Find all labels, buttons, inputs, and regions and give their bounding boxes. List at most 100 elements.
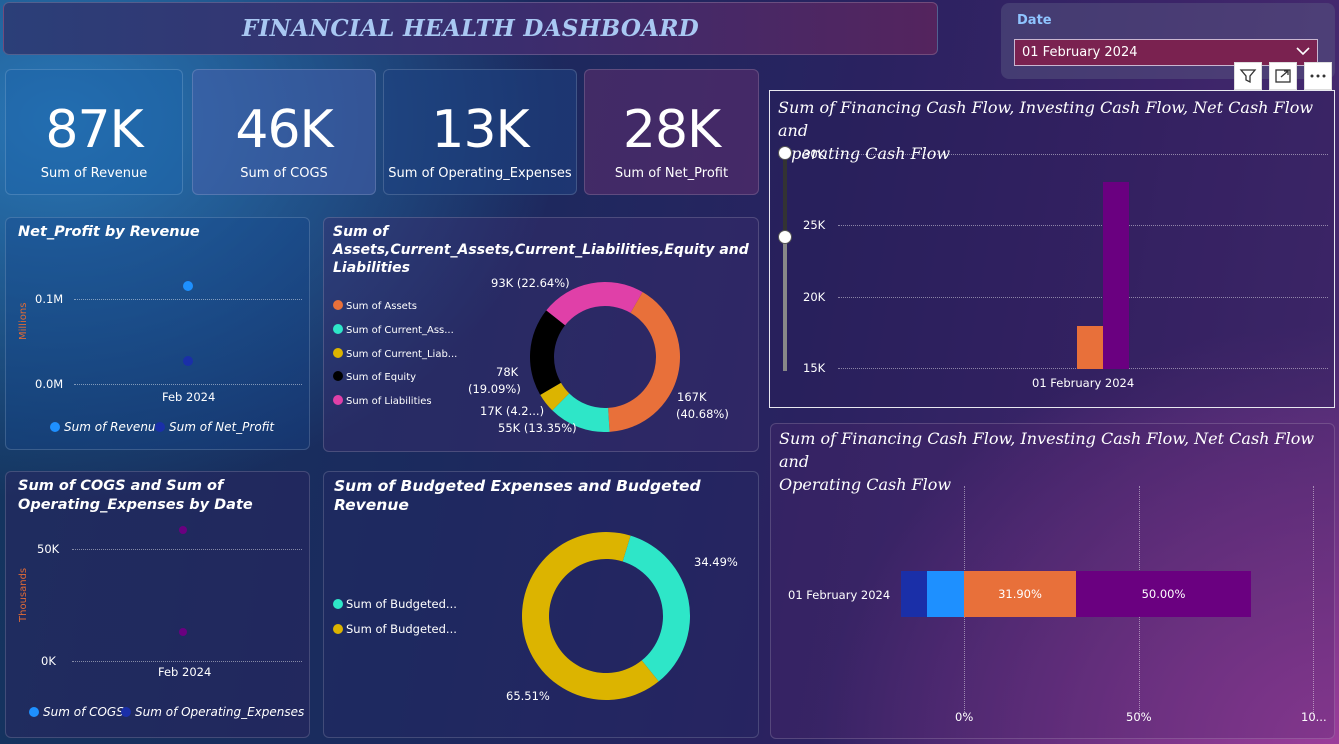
chevron-down-icon [1296, 47, 1310, 56]
kpi-value: 28K [622, 100, 721, 160]
donut-slice-assets[interactable] [608, 292, 680, 432]
legend-label: Sum of Current_Liab... [346, 349, 458, 360]
data-label-assets-pct: (40.68%) [676, 407, 729, 421]
legend-item-budgeted-revenue[interactable]: Sum of Budgeted... [333, 622, 457, 636]
chart-title-line: Sum of Financing Cash Flow, Investing Ca… [779, 429, 1315, 471]
legend-label: Sum of Liabilities [346, 396, 432, 407]
cogs-opex-chart[interactable]: Sum of COGS and Sum of Operating_Expense… [5, 471, 310, 738]
legend-marker [155, 422, 165, 432]
legend-item-current-liabilities[interactable]: Sum of Current_Liab... [333, 348, 457, 360]
data-label-yellow: 65.51% [506, 689, 550, 703]
zoom-slider-handle-top[interactable] [778, 146, 792, 160]
data-label-equity: 78K [496, 365, 519, 379]
chart-title-line: Operating Cash Flow [779, 475, 952, 494]
balance-sheet-chart[interactable]: Sum of Assets,Current_Assets,Current_Lia… [323, 217, 759, 452]
chart-title-line: Sum of Financing Cash Flow, Investing Ca… [778, 98, 1314, 140]
legend-marker [333, 395, 343, 405]
kpi-card-net-profit: 28K Sum of Net_Profit [584, 69, 759, 195]
legend-label: Sum of Assets [346, 301, 417, 312]
filter-icon[interactable] [1234, 62, 1262, 90]
x-tick-label: 0% [955, 710, 974, 724]
gridline [74, 299, 302, 300]
bar-series-1[interactable] [1077, 326, 1103, 369]
kpi-label: Sum of Net_Profit [614, 166, 729, 181]
revenue-point[interactable] [183, 281, 193, 291]
legend-item-current-assets[interactable]: Sum of Current_Ass... [333, 324, 454, 336]
data-label-current-liabilities: 17K (4.2...) [480, 404, 545, 418]
gridline [838, 297, 1328, 298]
bar-series-2[interactable] [1103, 182, 1129, 369]
gridline [72, 549, 302, 550]
legend-item-operating-expenses[interactable]: Sum of Operating_Expenses [121, 705, 304, 719]
legend-item-net-profit[interactable]: Sum of Net_Profit [155, 420, 274, 434]
legend-item-assets[interactable]: Sum of Assets [333, 300, 417, 312]
legend-item-liabilities[interactable]: Sum of Liabilities [333, 395, 432, 407]
cogs-point[interactable] [179, 526, 187, 534]
kpi-label: Sum of Operating_Expenses [388, 166, 572, 181]
gridline [838, 225, 1328, 226]
dashboard-title-bar: FINANCIAL HEALTH DASHBOARD [3, 2, 938, 55]
net-profit-point[interactable] [183, 356, 193, 366]
x-tick-label: 50% [1126, 710, 1152, 724]
cashflow-column-chart[interactable]: Sum of Financing Cash Flow, Investing Ca… [769, 90, 1335, 408]
chart-title: Net_Profit by Revenue [18, 224, 200, 240]
chart-title: Sum of Budgeted Expenses and Budgeted Re… [334, 477, 701, 514]
x-tick-label: Feb 2024 [158, 665, 212, 679]
kpi-card-cogs: 46K Sum of COGS [192, 69, 376, 195]
y-axis-label: Millions [18, 302, 29, 340]
chart-title-line: Sum of COGS and Sum of [18, 478, 224, 494]
budget-donut[interactable] [522, 532, 690, 700]
gridline [1313, 486, 1314, 716]
bar-segment-2[interactable] [927, 571, 964, 617]
legend-label: Sum of Budgeted... [346, 622, 457, 636]
slicer-label: Date [1017, 13, 1052, 28]
chart-title: Sum of Financing Cash Flow, Investing Ca… [779, 427, 1334, 496]
legend-item-cogs[interactable]: Sum of COGS [29, 705, 124, 719]
legend-label: Sum of Equity [346, 372, 417, 383]
legend-marker [333, 371, 343, 381]
chart-title: Sum of COGS and Sum of Operating_Expense… [18, 477, 253, 515]
data-label-equity-pct: (19.09%) [468, 382, 521, 396]
legend-item-budgeted-expenses[interactable]: Sum of Budgeted... [333, 597, 457, 611]
zoom-slider-handle-bottom[interactable] [778, 230, 792, 244]
data-label-liabilities: 93K (22.64%) [491, 276, 570, 290]
y-tick-label: 15K [803, 361, 826, 375]
kpi-value: 13K [431, 100, 529, 160]
date-dropdown-value: 01 February 2024 [1022, 45, 1138, 60]
legend-label: Sum of Operating_Expenses [135, 705, 305, 719]
bar-segment-3[interactable]: 31.90% [964, 571, 1076, 617]
cashflow-stacked-bar-chart[interactable]: Sum of Financing Cash Flow, Investing Ca… [770, 423, 1335, 739]
y-axis-label: Thousands [18, 567, 29, 622]
legend-item-equity[interactable]: Sum of Equity [333, 371, 416, 383]
donut-slice-equity[interactable] [530, 310, 566, 395]
legend-marker [333, 324, 343, 334]
kpi-value: 87K [45, 100, 143, 160]
gridline [74, 384, 302, 385]
focus-mode-icon[interactable] [1269, 62, 1297, 90]
gridline [72, 661, 302, 662]
opex-point[interactable] [179, 628, 187, 636]
kpi-label: Sum of COGS [240, 166, 328, 181]
chart-title-line: Operating_Expenses by Date [18, 497, 253, 513]
kpi-card-operating-expenses: 13K Sum of Operating_Expenses [383, 69, 577, 195]
data-label-assets: 167K [677, 390, 707, 404]
net-profit-chart[interactable]: Net_Profit by Revenue Millions 0.1M 0.0M… [5, 217, 310, 450]
legend-marker [333, 624, 343, 634]
dashboard-title: FINANCIAL HEALTH DASHBOARD [241, 15, 700, 42]
balance-donut[interactable] [530, 282, 680, 432]
legend-marker [29, 707, 39, 717]
bar-segment-1[interactable] [901, 571, 927, 617]
zoom-slider-range [783, 153, 787, 237]
y-tick-label: 0.0M [35, 377, 64, 391]
legend-item-revenue[interactable]: Sum of Revenue [50, 420, 163, 434]
y-tick-label: 50K [37, 542, 60, 556]
data-label-current-assets: 55K (13.35%) [498, 421, 577, 435]
chart-title: Sum of Assets,Current_Assets,Current_Lia… [333, 224, 749, 276]
bar-segment-4[interactable]: 50.00% [1076, 571, 1251, 617]
donut-slice-budgeted-expenses[interactable] [622, 535, 690, 682]
more-options-icon[interactable] [1304, 62, 1332, 90]
kpi-value: 46K [235, 100, 333, 160]
y-tick-label: 20K [803, 290, 826, 304]
budget-chart[interactable]: Sum of Budgeted Expenses and Budgeted Re… [323, 471, 759, 738]
legend-label: Sum of COGS [43, 705, 124, 719]
